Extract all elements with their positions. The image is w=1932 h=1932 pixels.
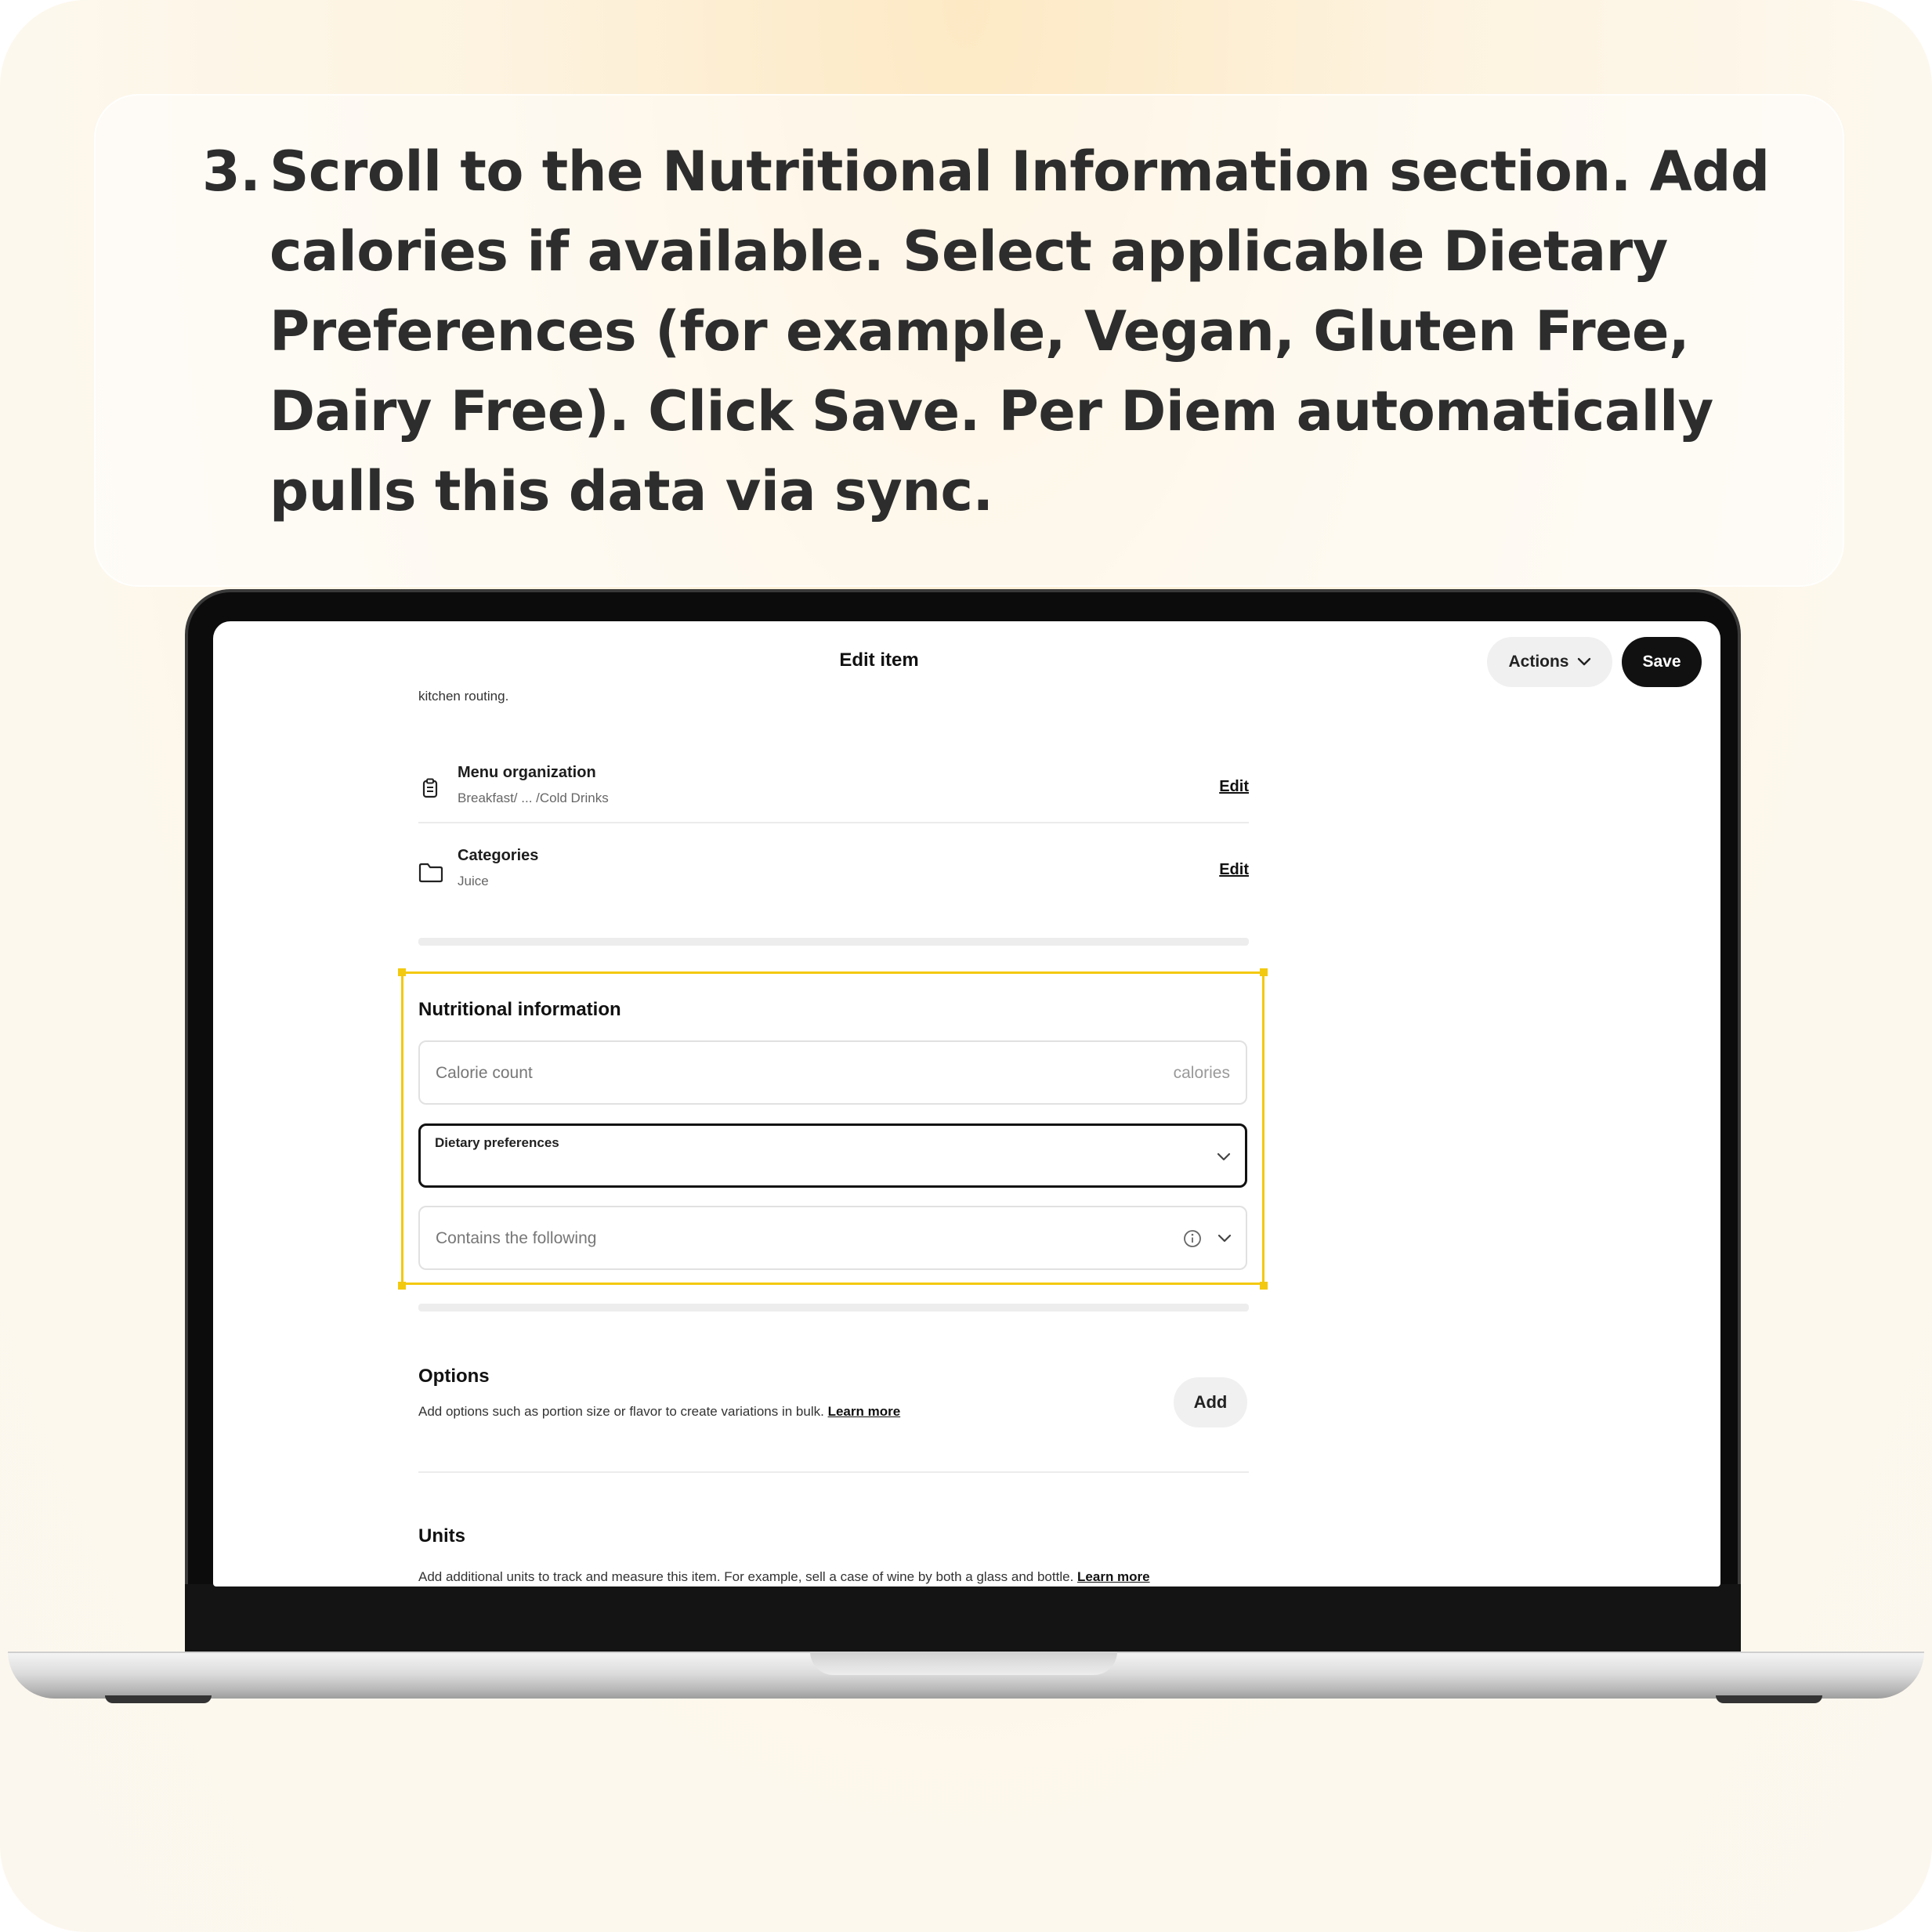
chevron-down-icon	[1217, 1152, 1231, 1161]
calorie-unit-label: calories	[1173, 1064, 1230, 1082]
units-description-text: Add additional units to track and measur…	[418, 1569, 1074, 1584]
units-title: Units	[418, 1525, 465, 1547]
dietary-preferences-select[interactable]: Dietary preferences	[418, 1123, 1247, 1188]
clipboard-icon	[422, 778, 438, 798]
laptop-groove	[810, 1652, 1117, 1675]
laptop-chin	[185, 1584, 1741, 1655]
contains-following-placeholder: Contains the following	[436, 1229, 597, 1247]
menu-organization-path: Breakfast/ ... /Cold Drinks	[458, 791, 609, 805]
units-learn-more-link[interactable]: Learn more	[1077, 1569, 1150, 1584]
menu-organization-title: Menu organization	[458, 764, 596, 781]
menu-organization-row: Menu organization Breakfast/ ... /Cold D…	[418, 761, 1249, 823]
step-description: Scroll to the Nutritional Information se…	[270, 139, 1770, 523]
options-title: Options	[418, 1366, 490, 1387]
highlight-handle	[398, 1282, 406, 1290]
page-title: Edit item	[839, 649, 919, 671]
menu-organization-edit-link[interactable]: Edit	[1219, 778, 1249, 796]
instruction-text: 3. Scroll to the Nutritional Information…	[202, 132, 1808, 531]
step-number: 3.	[202, 139, 261, 204]
laptop-foot-right	[1716, 1695, 1822, 1703]
section-separator	[418, 938, 1249, 946]
info-icon[interactable]	[1183, 1229, 1202, 1248]
row-divider	[418, 822, 1249, 823]
highlight-handle	[398, 968, 406, 976]
highlight-handle	[1260, 1282, 1268, 1290]
options-description-text: Add options such as portion size or flav…	[418, 1404, 824, 1419]
actions-button[interactable]: Actions	[1487, 637, 1612, 687]
units-description: Add additional units to track and measur…	[418, 1569, 1150, 1585]
contains-following-select[interactable]: Contains the following	[418, 1206, 1247, 1270]
options-description: Add options such as portion size or flav…	[418, 1404, 900, 1420]
categories-row: Categories Juice Edit	[418, 844, 1249, 906]
app-screen: Edit item Actions Save kitchen routing. …	[213, 621, 1720, 1586]
categories-value: Juice	[458, 874, 489, 888]
chevron-down-icon	[1217, 1234, 1232, 1243]
section-separator	[418, 1304, 1249, 1312]
background: 3. Scroll to the Nutritional Information…	[0, 0, 1932, 1932]
calorie-count-placeholder: Calorie count	[436, 1064, 533, 1082]
calorie-count-input[interactable]: Calorie count calories	[418, 1040, 1247, 1105]
categories-edit-link[interactable]: Edit	[1219, 861, 1249, 879]
actions-label: Actions	[1508, 653, 1569, 671]
nutritional-information-title: Nutritional information	[418, 999, 621, 1020]
save-button[interactable]: Save	[1622, 637, 1702, 687]
folder-icon	[418, 863, 443, 883]
laptop-foot-left	[105, 1695, 212, 1703]
categories-title: Categories	[458, 847, 539, 864]
dietary-preferences-label: Dietary preferences	[435, 1135, 559, 1150]
row-divider	[418, 1471, 1249, 1473]
add-option-button[interactable]: Add	[1174, 1377, 1247, 1427]
highlight-handle	[1260, 968, 1268, 976]
options-learn-more-link[interactable]: Learn more	[828, 1404, 901, 1419]
chevron-down-icon	[1577, 657, 1590, 666]
description-tail: kitchen routing.	[418, 689, 509, 704]
